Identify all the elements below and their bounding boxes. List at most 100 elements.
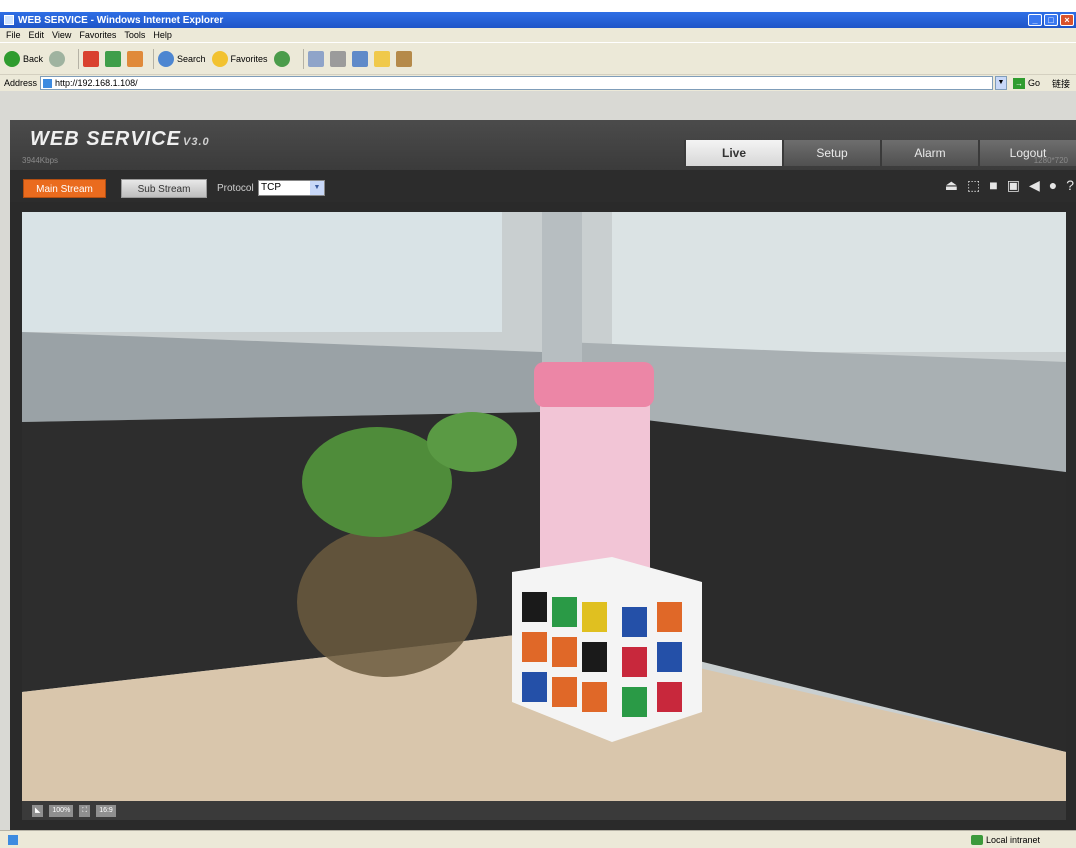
- capture-icon[interactable]: ⬚: [967, 176, 980, 194]
- favorites-button[interactable]: Favorites: [211, 50, 268, 67]
- zone-label: Local intranet: [985, 834, 1040, 845]
- search-button[interactable]: Search: [158, 50, 206, 67]
- maximize-button[interactable]: □: [1044, 14, 1058, 26]
- title-bar: WEB SERVICE - Windows Internet Explorer …: [0, 12, 1076, 28]
- ie-window: WEB SERVICE - Windows Internet Explorer …: [0, 12, 1076, 848]
- toolbar-separator: [78, 48, 80, 69]
- window-glass-right: [612, 212, 1066, 352]
- address-dropdown-icon[interactable]: ▼: [994, 76, 1007, 90]
- menu-help[interactable]: Help: [153, 30, 172, 40]
- address-url: http://192.168.1.108/: [55, 78, 138, 88]
- ie-app-icon: [4, 15, 14, 25]
- cube-square: [552, 677, 577, 707]
- menu-favorites[interactable]: Favorites: [79, 30, 116, 40]
- cube-square: [522, 672, 547, 702]
- mail-icon[interactable]: [307, 50, 324, 67]
- print-icon[interactable]: [329, 50, 346, 67]
- star-icon: [211, 50, 228, 67]
- home-icon[interactable]: [127, 50, 144, 67]
- aspect-ratio-button[interactable]: 16:9: [96, 804, 116, 817]
- page-header: WEB SERVICE V3.0 Live Setup Alarm Logout: [10, 120, 1076, 170]
- web-service-page: WEB SERVICE V3.0 Live Setup Alarm Logout …: [10, 120, 1076, 840]
- go-button[interactable]: → Go: [1012, 77, 1040, 89]
- cube-square: [657, 602, 682, 632]
- brand-version: V3.0: [183, 136, 210, 148]
- menu-edit[interactable]: Edit: [29, 30, 45, 40]
- back-arrow-icon: [4, 50, 20, 67]
- brand-name: WEB SERVICE: [30, 128, 182, 150]
- cube-square: [657, 682, 682, 712]
- live-video[interactable]: [22, 212, 1066, 801]
- microphone-icon[interactable]: ●: [1049, 176, 1057, 194]
- forward-arrow-icon: [49, 50, 66, 67]
- history-icon[interactable]: [273, 50, 290, 67]
- toolbar-separator: [302, 48, 304, 69]
- video-bottom-bar: ◣ 100% ⛶ 16:9: [22, 801, 1066, 820]
- go-arrow-icon: →: [1012, 77, 1025, 89]
- cube-square: [522, 632, 547, 662]
- window-title: WEB SERVICE - Windows Internet Explorer: [18, 14, 224, 26]
- zoom-button[interactable]: 100%: [49, 804, 74, 817]
- tab-setup[interactable]: Setup: [782, 140, 880, 166]
- fullscreen-icon[interactable]: ⛶: [79, 804, 91, 817]
- search-icon: [158, 50, 175, 67]
- brand-logo: WEB SERVICE V3.0: [30, 128, 210, 151]
- video-frame: [22, 212, 1066, 801]
- cube-square: [552, 597, 577, 627]
- refresh-icon[interactable]: [105, 50, 122, 67]
- sub-stream-button[interactable]: Sub Stream: [121, 179, 207, 198]
- minimize-button[interactable]: _: [1028, 14, 1042, 26]
- security-zone: Local intranet: [970, 834, 1040, 845]
- help-icon[interactable]: ?: [1066, 176, 1074, 194]
- research-icon[interactable]: [395, 50, 412, 67]
- record-icon[interactable]: ▣: [1007, 176, 1020, 194]
- stop-icon[interactable]: [83, 50, 100, 67]
- address-label: Address: [4, 78, 38, 88]
- resolution-readout: 1280*720: [1033, 156, 1068, 165]
- snapshot-icon[interactable]: ■: [989, 176, 997, 194]
- fit-window-icon[interactable]: ◣: [32, 804, 44, 817]
- close-button[interactable]: ×: [1060, 14, 1074, 26]
- nav-tabs: Live Setup Alarm Logout: [684, 140, 1076, 166]
- audio-icon[interactable]: ◀: [1029, 176, 1040, 194]
- cube-square: [622, 687, 647, 717]
- video-tools: ⏏ ⬚ ■ ▣ ◀ ● ?: [936, 176, 1074, 194]
- tab-live[interactable]: Live: [684, 140, 782, 166]
- control-bar: Main Stream Sub Stream Protocol TCP ▼ ⏏ …: [10, 170, 1076, 202]
- page-icon: [43, 78, 53, 88]
- menu-tools[interactable]: Tools: [124, 30, 145, 40]
- favorites-label: Favorites: [230, 53, 268, 64]
- bitrate-readout: 3944Kbps: [22, 156, 59, 165]
- main-stream-button[interactable]: Main Stream: [23, 179, 106, 198]
- forward-button[interactable]: [49, 50, 68, 67]
- address-input[interactable]: http://192.168.1.108/: [40, 76, 993, 90]
- eject-icon[interactable]: ⏏: [945, 176, 958, 194]
- menu-bar: File Edit View Favorites Tools Help: [0, 28, 1076, 42]
- plant-bowl: [297, 527, 477, 677]
- folder-icon[interactable]: [373, 50, 390, 67]
- address-bar: Address http://192.168.1.108/ ▼ → Go 链接: [0, 74, 1076, 91]
- cube-square: [622, 647, 647, 677]
- tab-alarm[interactable]: Alarm: [880, 140, 978, 166]
- back-button[interactable]: Back: [4, 50, 44, 67]
- menu-file[interactable]: File: [6, 30, 21, 40]
- cube-square: [582, 682, 607, 712]
- cube-square: [552, 637, 577, 667]
- cube-square: [582, 642, 607, 672]
- window-glass-left: [22, 212, 502, 332]
- links-label[interactable]: 链接: [1052, 77, 1070, 90]
- toolbar-separator: [153, 48, 155, 69]
- back-label: Back: [23, 53, 44, 64]
- menu-view[interactable]: View: [52, 30, 71, 40]
- protocol-label: Protocol: [217, 183, 254, 194]
- edit-icon[interactable]: [351, 50, 368, 67]
- cube-square: [622, 607, 647, 637]
- protocol-value: TCP: [261, 182, 281, 193]
- protocol-select[interactable]: TCP ▼: [258, 180, 325, 196]
- cube-square: [657, 642, 682, 672]
- cube-square: [582, 602, 607, 632]
- status-bar: Local intranet: [0, 830, 1076, 848]
- search-label: Search: [177, 53, 206, 64]
- bottle-cap: [534, 362, 654, 407]
- go-label: Go: [1027, 78, 1040, 88]
